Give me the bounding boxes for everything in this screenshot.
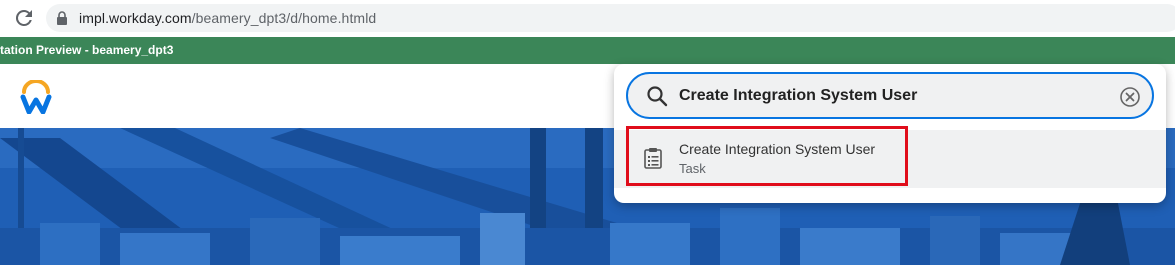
url-text[interactable]: impl.workday.com/beamery_dpt3/d/home.htm… [79,10,376,26]
lock-icon[interactable] [56,11,68,25]
result-highlight-box [626,126,908,186]
preview-banner: tation Preview - beamery_dpt3 [0,37,1175,64]
browser-toolbar: impl.workday.com/beamery_dpt3/d/home.htm… [0,0,1175,36]
clear-icon[interactable] [1119,86,1141,108]
search-icon[interactable] [646,85,668,107]
workday-logo-icon[interactable] [20,80,52,114]
search-box[interactable] [626,72,1154,119]
app-root: impl.workday.com/beamery_dpt3/d/home.htm… [0,0,1175,265]
reload-icon[interactable] [12,6,36,30]
search-input[interactable] [679,84,1099,108]
search-panel: Create Integration System User Task [614,64,1166,203]
banner-text: tation Preview - beamery_dpt3 [0,43,174,57]
url-path: /beamery_dpt3/d/home.htmld [191,10,377,26]
address-bar[interactable]: impl.workday.com/beamery_dpt3/d/home.htm… [46,4,1175,32]
url-host: impl.workday.com [79,10,192,26]
